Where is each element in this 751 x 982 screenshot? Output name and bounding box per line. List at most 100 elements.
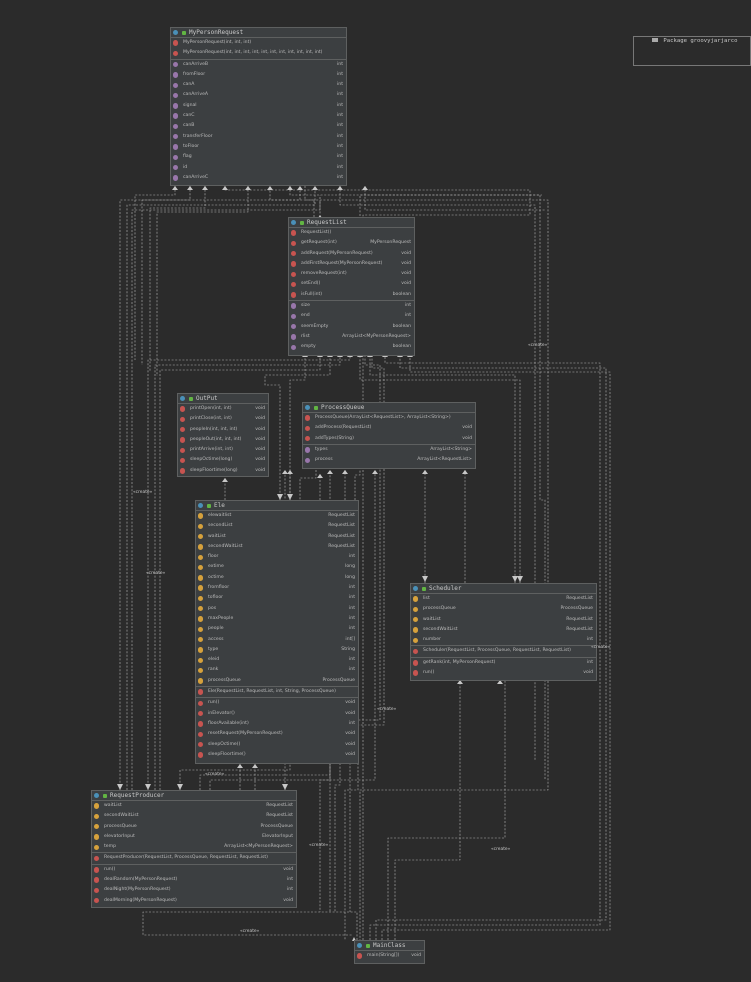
field-row[interactable]: people int (196, 624, 358, 634)
field-row[interactable]: canC int (171, 111, 346, 121)
field-row[interactable]: processQueue ProcessQueue (196, 676, 358, 686)
method-row[interactable]: run() void (196, 698, 358, 708)
field-row[interactable]: empty boolean (289, 342, 414, 352)
method-row[interactable]: getRank(int, MyPersonRequest) int (411, 658, 596, 668)
method-row[interactable]: printArrive(int, int) void (178, 445, 268, 455)
method-row[interactable]: run() void (411, 668, 596, 678)
method-row[interactable]: sleepOctime(long) void (178, 455, 268, 465)
member-section: list RequestList processQueue ProcessQueue w… (411, 594, 596, 647)
class-Ele[interactable]: Ele elewaitlist RequestList secondList Reque… (195, 500, 359, 764)
field-icon (413, 606, 419, 613)
property-icon (173, 134, 179, 140)
method-row[interactable]: setEnd() void (289, 279, 414, 289)
method-row[interactable]: RequestProducer(RequestList, ProcessQueu… (92, 853, 296, 863)
method-row[interactable]: MyPersonRequest(int, int, int) (171, 38, 346, 48)
field-row[interactable]: waitList RequestList (196, 532, 358, 542)
field-row[interactable]: canArriveC int (171, 173, 346, 183)
class-RequestProducer[interactable]: RequestProducer waitList RequestList second… (91, 790, 297, 908)
method-row[interactable]: dealRandom(MyPersonRequest) int (92, 875, 296, 885)
method-row[interactable]: resetRequest(MyPersonRequest) void (196, 729, 358, 739)
method-row[interactable]: MyPersonRequest(int, int, int, int, int,… (171, 48, 346, 58)
field-row[interactable]: process ArrayList<RequestList> (303, 455, 475, 465)
field-row[interactable]: pos int (196, 604, 358, 614)
field-row[interactable]: temp ArrayList<MyPersonRequest> (92, 842, 296, 852)
class-MainClass[interactable]: MainClass main(String[]) void (354, 940, 425, 964)
method-row[interactable]: addRequest(MyPersonRequest) void (289, 249, 414, 259)
field-row[interactable]: types ArrayList<String> (303, 445, 475, 455)
member-name: octime (208, 574, 224, 580)
field-row[interactable]: eleid int (196, 655, 358, 665)
field-row[interactable]: seemEmpty boolean (289, 322, 414, 332)
package-node[interactable]: Package groovyjarjarco (633, 36, 751, 66)
field-row[interactable]: octime long (196, 573, 358, 583)
field-row[interactable]: canB int (171, 121, 346, 131)
class-OutPut[interactable]: OutPut printOpen(int, int) void printClose(… (177, 393, 269, 477)
method-row[interactable]: Ele(RequestList, RequestList, int, Strin… (196, 687, 358, 697)
method-row[interactable]: printClose(int, int) void (178, 414, 268, 424)
method-row[interactable]: sleepOctime() void (196, 740, 358, 750)
field-row[interactable]: type String (196, 645, 358, 655)
class-Scheduler[interactable]: Scheduler list RequestList processQueue Proc… (410, 583, 597, 681)
field-row[interactable]: maxPeople int (196, 614, 358, 624)
method-row[interactable]: RequestList() (289, 228, 414, 238)
field-row[interactable]: fromFloor int (171, 70, 346, 80)
field-row[interactable]: processQueue ProcessQueue (92, 822, 296, 832)
method-row[interactable]: Scheduler(RequestList, ProcessQueue, Req… (411, 646, 596, 656)
method-row[interactable]: dealNight(MyPersonRequest) int (92, 885, 296, 895)
member-section: MyPersonRequest(int, int, int) MyPersonRe… (171, 38, 346, 60)
class-icon (291, 219, 297, 226)
field-row[interactable]: number int (411, 635, 596, 645)
field-row[interactable]: waitList RequestList (92, 801, 296, 811)
field-row[interactable]: waitList RequestList (411, 615, 596, 625)
class-ProcessQueue[interactable]: ProcessQueue ProcessQueue(ArrayList<Reque… (302, 402, 476, 469)
field-row[interactable]: id int (171, 163, 346, 173)
member-name: addFirstRequest(MyPersonRequest) (301, 260, 383, 266)
field-row[interactable]: secondWaitList RequestList (92, 811, 296, 821)
method-row[interactable]: ProcessQueue(ArrayList<RequestList>, Arr… (303, 413, 475, 423)
method-row[interactable]: addFirstRequest(MyPersonRequest) void (289, 259, 414, 269)
method-row[interactable]: addProcess(RequestList) void (303, 423, 475, 433)
field-row[interactable]: rlist ArrayList<MyPersonRequest> (289, 332, 414, 342)
field-row[interactable]: canArriveB int (171, 60, 346, 70)
member-name: setEnd() (301, 281, 321, 287)
field-row[interactable]: secondWaitList RequestList (411, 625, 596, 635)
field-row[interactable]: flag int (171, 152, 346, 162)
field-row[interactable]: elevatorInput ElevatorInput (92, 832, 296, 842)
field-row[interactable]: list RequestList (411, 594, 596, 604)
field-row[interactable]: canA int (171, 80, 346, 90)
method-row[interactable]: printOpen(int, int) void (178, 404, 268, 414)
method-row[interactable]: main(String[]) void (355, 951, 424, 961)
field-row[interactable]: fromfloor int (196, 583, 358, 593)
field-row[interactable]: processQueue ProcessQueue (411, 604, 596, 614)
field-row[interactable]: tofloor int (196, 593, 358, 603)
method-row[interactable]: getRequest(int) MyPersonRequest (289, 238, 414, 248)
method-row[interactable]: run() void (92, 865, 296, 875)
field-row[interactable]: end int (289, 311, 414, 321)
field-row[interactable]: elewaitlist RequestList (196, 511, 358, 521)
method-row[interactable]: inElevator() void (196, 709, 358, 719)
method-row[interactable]: peopleOut(int, int, int) void (178, 435, 268, 445)
method-row[interactable]: isFull(int) boolean (289, 290, 414, 300)
method-icon (198, 731, 204, 738)
field-row[interactable]: toFloor int (171, 142, 346, 152)
method-row[interactable]: floorAvailable(int) int (196, 719, 358, 729)
class-RequestList[interactable]: RequestList RequestList() getRequest(int) M… (288, 217, 415, 356)
field-row[interactable]: rank int (196, 665, 358, 675)
method-row[interactable]: dealMorning(MyPersonRequest) void (92, 896, 296, 906)
method-row[interactable]: sleepFloortime() void (196, 750, 358, 760)
method-row[interactable]: addTypes(String) void (303, 434, 475, 444)
field-row[interactable]: extime long (196, 562, 358, 572)
field-row[interactable]: size int (289, 301, 414, 311)
method-row[interactable]: peopleIn(int, int, int) void (178, 425, 268, 435)
field-row[interactable]: secondList RequestList (196, 521, 358, 531)
class-MyPersonRequest[interactable]: MyPersonRequest MyPersonRequest(int, int,… (170, 27, 347, 186)
field-row[interactable]: transferFloor int (171, 132, 346, 142)
field-row[interactable]: canArriveA int (171, 90, 346, 100)
method-row[interactable]: removeRequest(int) void (289, 269, 414, 279)
field-row[interactable]: secondWaitList RequestList (196, 542, 358, 552)
method-row[interactable]: sleepFloortime(long) void (178, 466, 268, 476)
field-row[interactable]: access int[] (196, 635, 358, 645)
field-row[interactable]: signal int (171, 101, 346, 111)
field-row[interactable]: floor int (196, 552, 358, 562)
member-type: boolean (392, 291, 411, 297)
